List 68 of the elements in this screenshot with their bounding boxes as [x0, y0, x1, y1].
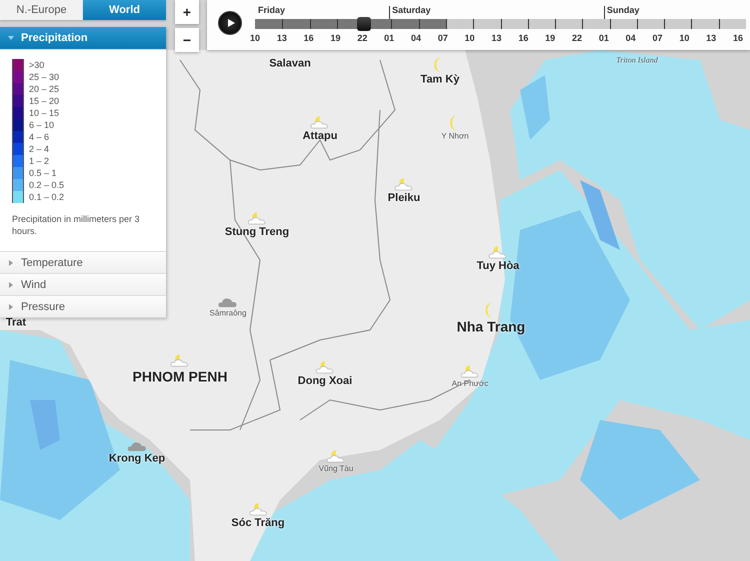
- place-label: Krong Kep: [108, 452, 166, 464]
- hour-label: 19: [330, 33, 340, 43]
- legend-label: >30: [29, 60, 44, 70]
- place-label: Sâmraông: [210, 308, 246, 318]
- layer-header[interactable]: Precipitation: [0, 27, 166, 50]
- hour-label: 07: [438, 33, 448, 43]
- place-label: Salavan: [269, 58, 311, 70]
- place-label: Nha Trang: [456, 318, 526, 335]
- place-label: Dong Xoai: [298, 375, 352, 388]
- zoom-button[interactable]: +: [175, 0, 199, 24]
- caret-icon: [8, 260, 14, 266]
- hour-label: 04: [410, 33, 421, 43]
- place-label: PHNOM PENH: [132, 368, 228, 384]
- place-label: Triton Island: [616, 56, 658, 65]
- place-label: Stung Treng: [224, 226, 290, 238]
- legend-label: 2 – 4: [29, 144, 50, 154]
- legend-label: 6 – 10: [29, 120, 54, 130]
- legend-label: 15 – 20: [29, 96, 60, 106]
- hour-label: 22: [357, 33, 368, 43]
- legend-label: 0.5 – 1: [29, 168, 57, 178]
- hour-label: 10: [679, 33, 690, 43]
- place-label: Y Nhơn: [441, 132, 469, 140]
- hour-label: 16: [304, 33, 314, 43]
- legend-label: 25 – 30: [29, 72, 60, 82]
- day-label: Friday: [258, 5, 286, 15]
- place-label: Attapu: [302, 130, 338, 142]
- layer-header[interactable]: Wind: [0, 274, 166, 296]
- region-tab[interactable]: N.-Europe: [0, 0, 83, 20]
- play-icon: [227, 19, 235, 27]
- slider-thumb[interactable]: [357, 17, 371, 31]
- hour-label: 07: [652, 33, 662, 43]
- hour-label: 01: [384, 33, 394, 43]
- legend-label: 0.2 – 0.5: [29, 180, 64, 190]
- place-label: Pleiku: [388, 192, 420, 204]
- day-label: Saturday: [392, 5, 431, 15]
- legend-label: 1 – 2: [29, 156, 50, 166]
- place-label: Trat: [6, 316, 26, 329]
- place-label: An Phước: [452, 379, 488, 388]
- layer-header[interactable]: Temperature: [0, 252, 166, 274]
- legend-label: 10 – 15: [29, 108, 60, 118]
- legend-label: 0.1 – 0.2: [29, 192, 64, 202]
- legend-note: Precipitation in millimeters per 3 hours.: [12, 213, 141, 237]
- caret-icon: [8, 304, 14, 310]
- hour-label: 16: [733, 33, 743, 43]
- hour-label: 13: [276, 33, 287, 43]
- time-slider[interactable]: [255, 19, 746, 29]
- layer-header[interactable]: Pressure: [0, 296, 166, 318]
- caret-icon: [8, 282, 14, 288]
- hour-label: 04: [626, 33, 636, 43]
- place-label: Sóc Trăng: [231, 517, 285, 530]
- hour-label: 13: [492, 33, 502, 43]
- hour-label: 22: [572, 33, 582, 43]
- hour-label: 01: [598, 33, 609, 43]
- place-label: Tam Kỳ: [420, 73, 460, 86]
- hour-label: 16: [518, 33, 528, 43]
- hour-label: 13: [706, 33, 716, 43]
- zoom-button[interactable]: −: [175, 28, 199, 52]
- hour-label: 10: [250, 33, 260, 43]
- day-label: Sunday: [606, 5, 640, 15]
- hour-label: 19: [545, 33, 556, 43]
- region-tab[interactable]: World: [83, 0, 166, 20]
- place-label: Vũng Tàu: [318, 464, 354, 474]
- legend-label: 20 – 25: [29, 84, 60, 94]
- legend-label: 4 – 6: [29, 132, 50, 142]
- place-label: Tuy Hòa: [476, 260, 520, 272]
- caret-icon: [8, 35, 14, 41]
- play-button[interactable]: [218, 11, 242, 35]
- hour-label: 10: [464, 33, 475, 43]
